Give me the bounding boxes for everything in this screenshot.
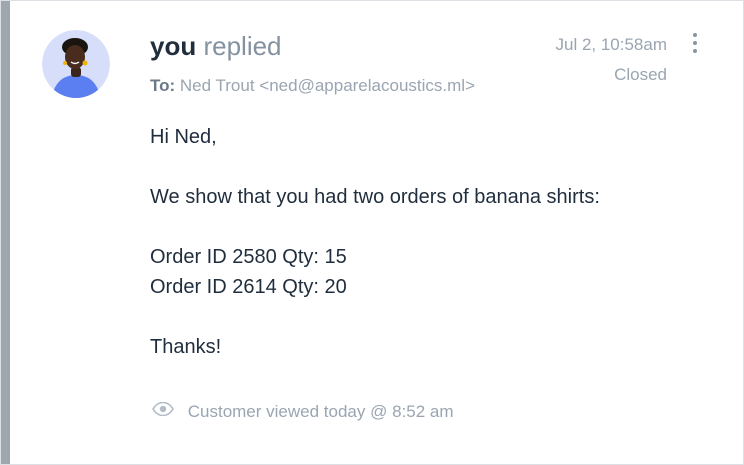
body-closing: Thanks!: [150, 336, 222, 358]
more-vertical-icon[interactable]: [687, 29, 703, 57]
message-action: replied: [203, 31, 282, 61]
body-order-line: Order ID 2614 Qty: 20: [150, 276, 347, 298]
eye-icon: [152, 398, 174, 424]
viewed-status: Customer viewed today @ 8:52 am: [152, 399, 454, 426]
body-line: We show that you had two orders of banan…: [150, 186, 600, 208]
message-header: you replied: [150, 29, 282, 63]
avatar: [42, 30, 110, 98]
recipient-line: To: Ned Trout <ned@apparelacoustics.ml>: [150, 75, 475, 97]
viewed-text: Customer viewed today @ 8:52 am: [187, 402, 454, 421]
recipient-label: To:: [150, 76, 176, 95]
body-order-line: Order ID 2580 Qty: 15: [150, 246, 347, 268]
message-card: you replied To: Ned Trout <ned@apparelac…: [0, 0, 744, 465]
recipient-address: Ned Trout <ned@apparelacoustics.ml>: [179, 76, 475, 95]
message-accent-bar: [1, 1, 10, 464]
body-greeting: Hi Ned,: [150, 126, 217, 148]
status-badge: Closed: [614, 65, 667, 84]
message-timestamp: Jul 2, 10:58am: [555, 35, 667, 54]
message-body: Hi Ned, We show that you had two orders …: [150, 122, 600, 362]
author-name: you: [150, 31, 197, 61]
